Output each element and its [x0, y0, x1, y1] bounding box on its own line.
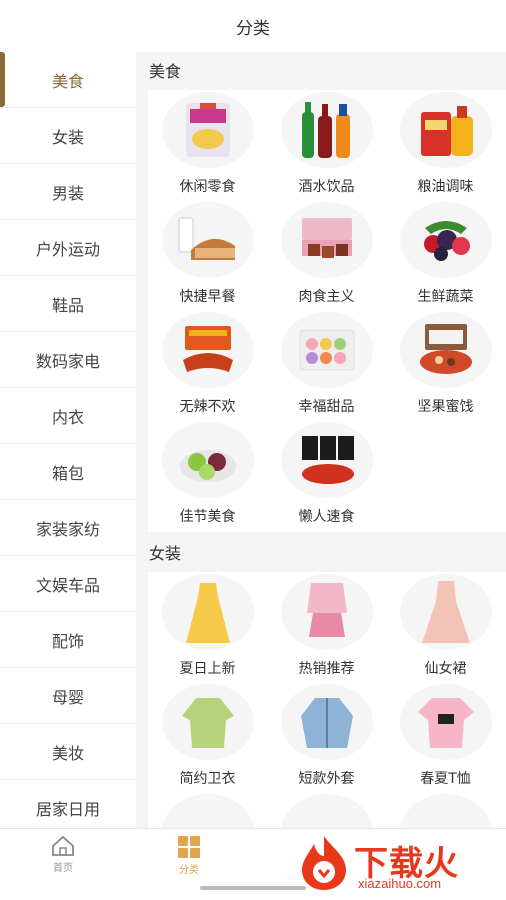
category-tile[interactable]: 生鲜蔬菜 [386, 202, 505, 312]
sidebar-item-household[interactable]: 居家日用 [0, 780, 136, 828]
womens-grid: 夏日上新 热销推荐 仙女裙 简约卫衣 短款外套 春夏T恤 [148, 572, 506, 828]
category-tile[interactable]: 懒人速食 [267, 422, 386, 532]
snack-bag-icon [161, 92, 254, 168]
rice-cake-icon [161, 422, 254, 498]
category-tile[interactable]: 粮油调味 [386, 92, 505, 202]
category-tile[interactable]: 快捷早餐 [148, 202, 267, 312]
tile-label: 幸福甜品 [298, 399, 355, 415]
category-tile[interactable]: 肉食主义 [267, 202, 386, 312]
sidebar-item-mother-baby[interactable]: 母婴 [0, 668, 136, 724]
green-hoodie-icon [161, 684, 254, 760]
category-tile[interactable]: 短款外套 [267, 684, 386, 794]
category-tile[interactable]: 无辣不欢 [148, 312, 267, 422]
sidebar-item-bags[interactable]: 箱包 [0, 444, 136, 500]
tile-label: 热销推荐 [298, 661, 355, 677]
sidebar-item-digital-appliances[interactable]: 数码家电 [0, 332, 136, 388]
instant-noodle-icon [280, 422, 373, 498]
category-sidebar: 美食 女装 男装 户外运动 鞋品 数码家电 内衣 箱包 家装家纺 文娱车品 配饰… [0, 52, 136, 828]
pink-outfit-icon [280, 574, 373, 650]
category-grid-icon [178, 836, 200, 858]
spicy-snack-icon [161, 312, 254, 388]
drink-bottles-icon [280, 92, 373, 168]
category-tile[interactable]: 春夏T恤 [386, 684, 505, 794]
clothing-thumb [161, 794, 254, 828]
tab-home[interactable]: 首页 [0, 829, 126, 878]
home-indicator [200, 886, 306, 890]
tab-label: 分类 [179, 865, 199, 876]
watermark-logo: 下载火 xiazaihuo.com [296, 832, 504, 894]
top-bar: 分类 [0, 0, 506, 52]
category-content: 美食 休闲零食 酒水饮品 粮油调味 快捷早餐 肉食主义 生鲜蔬菜 无辣不欢 幸福… [136, 52, 506, 828]
category-tile[interactable]: 热销推荐 [267, 574, 386, 684]
sidebar-item-shoes[interactable]: 鞋品 [0, 276, 136, 332]
tile-label: 短款外套 [298, 771, 355, 787]
tile-label: 酒水饮品 [298, 179, 355, 195]
category-tile[interactable] [148, 794, 267, 828]
sidebar-item-mens-clothing[interactable]: 男装 [0, 164, 136, 220]
tile-label: 快捷早餐 [179, 289, 236, 305]
category-tile[interactable] [267, 794, 386, 828]
tile-label: 夏日上新 [179, 661, 236, 677]
food-grid: 休闲零食 酒水饮品 粮油调味 快捷早餐 肉食主义 生鲜蔬菜 无辣不欢 幸福甜品 … [148, 90, 506, 532]
tab-label: 首页 [53, 863, 73, 874]
tile-label: 佳节美食 [179, 509, 236, 525]
sidebar-item-entertainment-car[interactable]: 文娱车品 [0, 556, 136, 612]
category-tile[interactable]: 佳节美食 [148, 422, 267, 532]
watermark-url: xiazaihuo.com [358, 876, 442, 891]
denim-jacket-icon [280, 684, 373, 760]
clothing-thumb [280, 794, 373, 828]
tile-label: 无辣不欢 [179, 399, 236, 415]
oil-rice-icon [399, 92, 492, 168]
tile-label: 坚果蜜饯 [417, 399, 474, 415]
tile-label: 仙女裙 [424, 661, 467, 677]
macaron-icon [280, 312, 373, 388]
category-tile[interactable]: 仙女裙 [386, 574, 505, 684]
fairy-dress-icon [399, 574, 492, 650]
berries-icon [399, 202, 492, 278]
nuts-box-icon [399, 312, 492, 388]
category-tile[interactable]: 幸福甜品 [267, 312, 386, 422]
category-tile[interactable]: 休闲零食 [148, 92, 267, 202]
home-icon [52, 835, 74, 856]
clothing-thumb [399, 794, 492, 828]
sidebar-item-underwear[interactable]: 内衣 [0, 388, 136, 444]
bread-milk-icon [161, 202, 254, 278]
tile-label: 生鲜蔬菜 [417, 289, 474, 305]
sidebar-item-beauty[interactable]: 美妆 [0, 724, 136, 780]
section-title-food: 美食 [149, 62, 182, 81]
section-title-womens: 女装 [149, 544, 182, 563]
sidebar-item-outdoor-sports[interactable]: 户外运动 [0, 220, 136, 276]
sidebar-item-home-textiles[interactable]: 家装家纺 [0, 500, 136, 556]
pink-tshirt-icon [399, 684, 492, 760]
yellow-dress-icon [161, 574, 254, 650]
tile-label: 春夏T恤 [420, 771, 471, 787]
sidebar-item-accessories[interactable]: 配饰 [0, 612, 136, 668]
category-tile[interactable]: 坚果蜜饯 [386, 312, 505, 422]
sidebar-item-womens-clothing[interactable]: 女装 [0, 108, 136, 164]
tile-label: 简约卫衣 [179, 771, 236, 787]
tile-label: 休闲零食 [179, 179, 236, 195]
category-tile[interactable]: 酒水饮品 [267, 92, 386, 202]
meat-box-icon [280, 202, 373, 278]
tab-category[interactable]: 分类 [126, 829, 252, 878]
page-title: 分类 [236, 18, 270, 39]
sidebar-item-food[interactable]: 美食 [0, 52, 136, 108]
category-tile[interactable]: 简约卫衣 [148, 684, 267, 794]
flame-logo-icon [302, 836, 346, 890]
category-tile[interactable]: 夏日上新 [148, 574, 267, 684]
category-tile[interactable] [386, 794, 505, 828]
tile-label: 粮油调味 [417, 179, 474, 195]
tile-label: 懒人速食 [298, 509, 355, 525]
tile-label: 肉食主义 [298, 289, 355, 305]
